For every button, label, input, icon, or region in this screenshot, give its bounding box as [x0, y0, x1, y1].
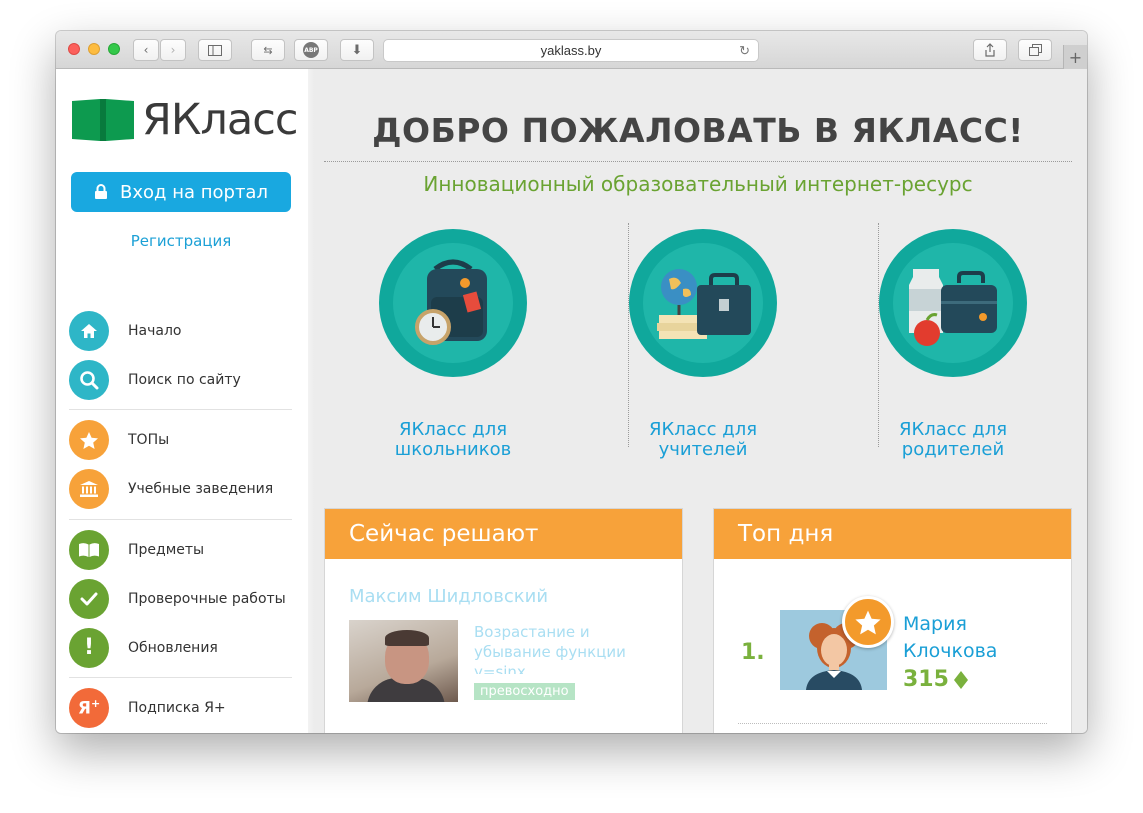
downloads-button[interactable]: ⬇	[340, 39, 374, 61]
share-button[interactable]	[973, 39, 1007, 61]
sidebar-item-label: Подписка Я+	[128, 700, 226, 716]
star-icon	[69, 420, 109, 460]
reload-icon[interactable]: ↻	[739, 43, 750, 59]
role-teachers[interactable]: ЯКласс для учителей	[578, 229, 828, 460]
panel-divider	[738, 723, 1047, 724]
main-content: ДОБРО ПОЖАЛОВАТЬ В ЯКЛАСС! Инновационный…	[314, 69, 1087, 733]
sidebar-item-label: Проверочные работы	[128, 591, 286, 607]
backpack-icon	[379, 229, 527, 377]
download-arrow-icon: ⬇	[351, 42, 363, 58]
book-icon	[69, 530, 109, 570]
top-day-panel: Топ дня 1. Мария Клочкова 315	[713, 508, 1072, 733]
sidebar-item-tests[interactable]: Проверочные работы	[69, 579, 299, 619]
role-students[interactable]: ЯКласс для школьников	[328, 229, 578, 460]
briefcase-globe-icon	[629, 229, 777, 377]
role-label: ЯКласс для учителей	[578, 420, 828, 460]
book-logo-icon	[72, 99, 134, 141]
chevron-right-icon: ›	[170, 43, 176, 57]
browser-toolbar: ‹ › ⇆ ABP ⬇ yaklass.by ↻ +	[56, 31, 1087, 69]
nav-divider	[69, 519, 292, 520]
top-user-score: 315	[903, 667, 969, 692]
sidebar-item-label: ТОПы	[128, 432, 170, 448]
score-value: 315	[903, 667, 949, 692]
tabs-icon	[1028, 44, 1042, 56]
role-label: ЯКласс для родителей	[828, 420, 1078, 460]
close-window-button[interactable]	[68, 43, 80, 55]
role-label-line: ЯКласс для	[648, 419, 758, 440]
share-icon	[985, 43, 995, 57]
role-label-line: ЯКласс для	[398, 419, 508, 440]
sidebar-item-updates[interactable]: ! Обновления	[69, 628, 299, 668]
solver-avatar[interactable]	[349, 620, 458, 702]
role-parents[interactable]: ЯКласс для родителей	[828, 229, 1078, 460]
adblock-icon: ABP	[303, 42, 319, 58]
sidebar-item-home[interactable]: Начало	[69, 311, 299, 351]
sidebar-item-subscription[interactable]: Я+ Подписка Я+	[69, 688, 299, 728]
page-title: ДОБРО ПОЖАЛОВАТЬ В ЯКЛАСС!	[372, 111, 1024, 150]
solving-now-panel: Сейчас решают Максим Шидловский Возраста…	[324, 508, 683, 733]
exclamation-icon: !	[69, 628, 109, 668]
role-label-line: ЯКласс для	[898, 419, 1008, 440]
top-user-name-link[interactable]: Мария Клочкова	[903, 611, 1053, 665]
forward-button[interactable]: ›	[160, 39, 186, 61]
sidebar-item-tops[interactable]: ТОПы	[69, 420, 299, 460]
task-title-link[interactable]: Возрастание и убывание функции y=sinx	[474, 622, 649, 674]
sidebar-toggle-button[interactable]	[198, 39, 232, 61]
sidebar-item-subjects[interactable]: Предметы	[69, 530, 299, 570]
arrows-swap-icon: ⇆	[263, 43, 273, 57]
search-icon	[69, 360, 109, 400]
tab-switch-button[interactable]: ⇆	[251, 39, 285, 61]
institution-icon	[69, 469, 109, 509]
role-label-line: родителей	[901, 439, 1005, 460]
star-badge-icon	[842, 596, 894, 648]
sidebar-item-label: Учебные заведения	[128, 481, 274, 497]
zoom-window-button[interactable]	[108, 43, 120, 55]
yaklass-logo[interactable]: ЯКласс	[70, 94, 299, 145]
panel-title: Сейчас решают	[325, 509, 682, 559]
register-link[interactable]: Регистрация	[56, 232, 306, 250]
top-user-last-name: Клочкова	[903, 640, 998, 662]
tabs-overview-button[interactable]	[1018, 39, 1052, 61]
page-subtitle: Инновационный образовательный интернет-р…	[423, 172, 973, 196]
top-user-first-name: Мария	[903, 613, 967, 635]
panel-title: Топ дня	[714, 509, 1071, 559]
new-tab-button[interactable]: +	[1063, 45, 1087, 69]
plus-icon: +	[1068, 47, 1083, 67]
sidebar-item-label: Предметы	[128, 542, 205, 558]
login-button[interactable]: Вход на портал	[71, 172, 291, 212]
rank-number: 1.	[741, 640, 765, 665]
chevron-left-icon: ‹	[143, 43, 149, 57]
check-icon	[69, 579, 109, 619]
role-label: ЯКласс для школьников	[328, 420, 578, 460]
logo-text: ЯКласс	[142, 94, 299, 145]
lock-icon	[95, 184, 108, 199]
adblock-button[interactable]: ABP	[294, 39, 328, 61]
nav-divider	[69, 409, 292, 410]
role-label-line: школьников	[394, 439, 512, 460]
back-button[interactable]: ‹	[133, 39, 159, 61]
sidebar-item-label: Поиск по сайту	[128, 372, 241, 388]
nav-divider	[69, 677, 292, 678]
role-label-line: учителей	[658, 439, 748, 460]
sidebar-item-label: Обновления	[128, 640, 218, 656]
browser-window: ‹ › ⇆ ABP ⬇ yaklass.by ↻ + ЯКласс Вход н…	[56, 31, 1087, 733]
url-text: yaklass.by	[540, 43, 602, 58]
minimize-window-button[interactable]	[88, 43, 100, 55]
sidebar-item-institutions[interactable]: Учебные заведения	[69, 469, 299, 509]
sidebar-item-label: Начало	[128, 323, 182, 339]
ya-plus-icon: Я+	[69, 688, 109, 728]
grade-badge: превосходно	[474, 683, 575, 700]
diamond-icon	[953, 670, 968, 689]
home-icon	[69, 311, 109, 351]
sidebar-item-search[interactable]: Поиск по сайту	[69, 360, 299, 400]
address-bar[interactable]: yaklass.by ↻	[383, 39, 759, 62]
sidebar: ЯКласс Вход на портал Регистрация Начало…	[56, 69, 308, 733]
sidebar-icon	[208, 44, 222, 56]
lunchbox-icon	[879, 229, 1027, 377]
login-button-label: Вход на портал	[120, 181, 268, 203]
solver-name-link[interactable]: Максим Шидловский	[349, 586, 548, 607]
title-divider	[324, 161, 1072, 162]
